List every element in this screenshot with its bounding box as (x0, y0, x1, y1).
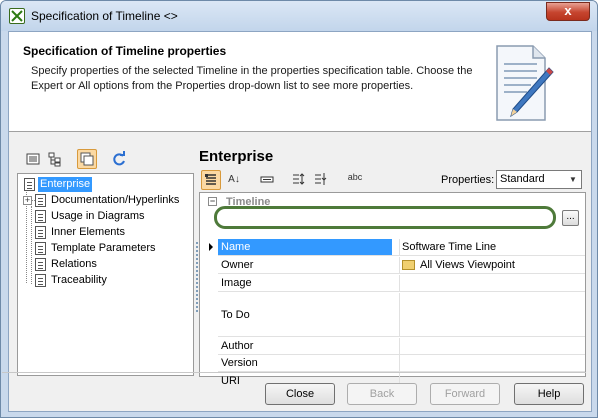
document-pencil-icon (487, 42, 557, 126)
forward-button[interactable]: Forward (430, 383, 500, 405)
row-value-text: All Views Viewpoint (420, 259, 515, 271)
grid-row-name[interactable]: Name Software Time Line (218, 239, 585, 256)
spell-check-icon[interactable]: abc (345, 167, 365, 187)
chevron-down-icon: ▼ (569, 175, 577, 184)
divider (2, 372, 586, 373)
categorized-view-icon[interactable] (201, 170, 221, 190)
expand-all-icon[interactable] (289, 170, 309, 190)
tree-item-relations[interactable]: Relations (35, 257, 190, 272)
page-icon (35, 242, 46, 255)
properties-dropdown[interactable]: Standard ▼ (496, 170, 582, 189)
page-icon (35, 210, 46, 223)
row-value[interactable] (399, 275, 585, 291)
navigation-tree: Enterprise + Documentation/Hyperlinks Us… (17, 173, 194, 376)
tree-item-label: Inner Elements (51, 226, 125, 238)
tree-item-label: Documentation/Hyperlinks (51, 194, 180, 206)
tree-item-template-parameters[interactable]: Template Parameters (35, 241, 190, 256)
tree-item-label: Enterprise (38, 177, 93, 192)
folder-icon (402, 260, 415, 270)
collapse-icon[interactable] (257, 170, 277, 190)
app-icon (9, 8, 25, 24)
window-title: Specification of Timeline <> (31, 9, 178, 23)
row-name: Version (221, 357, 258, 369)
page-icon (35, 194, 46, 207)
row-value[interactable]: All Views Viewpoint (399, 257, 585, 273)
copy-icon[interactable] (77, 149, 97, 169)
tree-item-label: Relations (51, 258, 97, 270)
row-value[interactable] (399, 338, 585, 354)
close-button[interactable]: Close (265, 383, 335, 405)
tree-item-enterprise[interactable]: Enterprise (24, 177, 114, 192)
tree-item-label: Traceability (51, 274, 107, 286)
grid-row-owner[interactable]: Owner All Views Viewpoint (218, 257, 585, 274)
expand-icon[interactable]: + (23, 196, 32, 205)
row-name: Image (221, 277, 252, 289)
collapse-group-icon[interactable]: − (208, 197, 217, 206)
tree-item-label: Usage in Diagrams (51, 210, 145, 222)
row-name: Name (218, 239, 392, 255)
row-value-input[interactable]: Software Time Line (399, 239, 585, 255)
help-button[interactable]: Help (514, 383, 584, 405)
grid-group-label: Timeline (226, 196, 271, 208)
row-name: To Do (221, 308, 250, 321)
row-value[interactable] (399, 355, 585, 371)
properties-label: Properties: (441, 174, 495, 186)
tree-item-traceability[interactable]: Traceability (35, 273, 190, 288)
sort-alphabetical-icon[interactable]: A↓ (224, 170, 244, 190)
properties-grid: − Timeline Name Software Time Line Owner… (199, 192, 586, 389)
grid-row-todo[interactable]: To Do (218, 293, 585, 337)
header-description: Specify properties of the selected Timel… (31, 65, 473, 92)
specification-dialog: Specification of Timeline <> x Specifica… (0, 0, 598, 418)
dialog-body: Specification of Timeline properties Spe… (2, 31, 592, 412)
refresh-icon[interactable] (109, 149, 129, 169)
grid-row-author[interactable]: Author (218, 338, 585, 355)
grid-row-image[interactable]: Image (218, 275, 585, 292)
page-icon (35, 258, 46, 271)
folder-icon (24, 178, 35, 191)
tree-item-documentation[interactable]: Documentation/Hyperlinks (35, 193, 190, 208)
row-value[interactable] (399, 293, 585, 336)
window-close-button[interactable]: x (546, 2, 590, 21)
panel-title: Enterprise (199, 148, 274, 165)
collapse-all-icon[interactable] (311, 170, 331, 190)
tree-item-label: Template Parameters (51, 242, 156, 254)
row-name: Owner (221, 259, 254, 271)
grid-row-version[interactable]: Version (218, 355, 585, 372)
page-icon (35, 226, 46, 239)
row-name: URI (221, 374, 240, 387)
properties-dropdown-value: Standard (500, 173, 545, 185)
current-row-marker-icon (209, 243, 213, 251)
tree-item-inner-elements[interactable]: Inner Elements (35, 225, 190, 240)
page-icon (35, 274, 46, 287)
tree-item-usage-in-diagrams[interactable]: Usage in Diagrams (35, 209, 190, 224)
tree-view-icon[interactable] (45, 149, 65, 169)
title-bar[interactable]: Specification of Timeline <> x (1, 1, 597, 31)
back-button[interactable]: Back (347, 383, 417, 405)
dialog-header: Specification of Timeline properties Spe… (9, 32, 591, 132)
header-title: Specification of Timeline properties (23, 44, 227, 58)
row-name: Author (221, 340, 254, 352)
list-view-icon[interactable] (23, 149, 43, 169)
ellipsis-button[interactable]: ... (562, 210, 579, 226)
